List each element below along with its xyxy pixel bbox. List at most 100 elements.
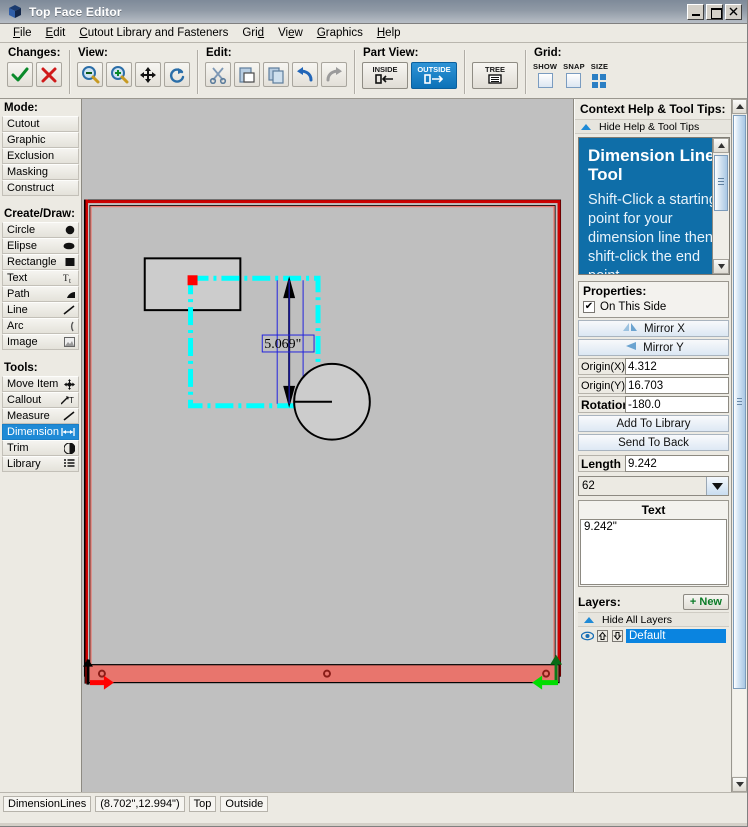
zoom-in-icon[interactable] — [106, 62, 132, 87]
help-scroll-down-button[interactable] — [713, 259, 729, 274]
origin-y-label: Origin(Y) — [578, 377, 625, 394]
draw-item-line[interactable]: Line — [2, 302, 79, 318]
mode-item-label: Construct — [7, 182, 55, 194]
on-this-side-checkbox[interactable]: ✔ — [583, 301, 595, 313]
scroll-down-button[interactable] — [732, 777, 747, 792]
close-button[interactable] — [725, 3, 742, 20]
layer-name[interactable]: Default — [626, 628, 726, 643]
grid-show-control[interactable]: SHOW — [533, 62, 557, 88]
edit-label: Edit: — [206, 47, 232, 59]
part-view-inside-button[interactable]: INSIDE — [362, 62, 408, 89]
draw-item-path[interactable]: Path — [2, 286, 79, 302]
grid-snap-control[interactable]: SNAP — [563, 62, 585, 88]
paste-icon[interactable] — [234, 62, 260, 87]
arrow-down-icon[interactable] — [611, 629, 624, 642]
cancel-x-icon[interactable] — [36, 62, 62, 87]
pan-move-icon[interactable] — [135, 62, 161, 87]
cut-scissors-icon[interactable] — [205, 62, 231, 87]
add-to-library-button[interactable]: Add To Library — [578, 415, 729, 432]
length-input[interactable]: 9.242 — [625, 455, 729, 472]
refresh-icon[interactable] — [164, 62, 190, 87]
chevron-down-icon[interactable] — [706, 477, 728, 495]
toolbar-group-part-view: Part View: INSIDE OUTSIDE — [355, 46, 464, 98]
scroll-up-button[interactable] — [732, 99, 747, 114]
menu-item-edit[interactable]: Edit — [39, 26, 73, 40]
help-scroll-thumb[interactable] — [714, 155, 728, 211]
help-scrollbar[interactable] — [712, 138, 729, 274]
help-scroll-up-button[interactable] — [713, 138, 729, 153]
mirror-x-button[interactable]: Mirror X — [578, 320, 729, 337]
draw-item-arc[interactable]: Arc — [2, 318, 79, 334]
draw-item-label: Line — [7, 304, 28, 316]
menu-item-help[interactable]: Help — [370, 26, 408, 40]
menu-item-view[interactable]: View — [271, 26, 310, 40]
hide-help-toggle[interactable]: Hide Help & Tool Tips — [575, 119, 732, 134]
tool-item-trim[interactable]: Trim — [2, 440, 79, 456]
menu-bar: File Edit Cutout Library and Fasteners G… — [0, 24, 747, 43]
status-bar: DimensionLines (8.702",12.994") Top Outs… — [0, 792, 747, 826]
properties-box: Properties: ✔ On This Side — [578, 281, 729, 318]
redo-icon[interactable] — [321, 62, 347, 87]
draw-item-circle[interactable]: Circle — [2, 222, 79, 238]
draw-item-elipse[interactable]: Elipse — [2, 238, 79, 254]
image-icon — [64, 337, 75, 347]
hide-all-layers-toggle[interactable]: Hide All Layers — [578, 612, 729, 627]
library-icon — [64, 459, 75, 469]
part-drawing[interactable]: 5.069" — [82, 99, 573, 791]
draw-item-text[interactable]: Text Tt — [2, 270, 79, 286]
mirror-y-button[interactable]: Mirror Y — [578, 339, 729, 356]
rotation-input[interactable]: -180.0 — [625, 396, 729, 413]
grid-size-control[interactable]: SIZE — [591, 62, 608, 91]
origin-y-input[interactable]: 16.703 — [625, 377, 729, 394]
chevron-up-icon — [581, 123, 591, 130]
origin-x-input[interactable]: 4.312 — [625, 358, 729, 375]
tool-item-library[interactable]: Library — [2, 456, 79, 472]
draw-item-image[interactable]: Image — [2, 334, 79, 350]
eye-icon[interactable] — [581, 629, 594, 642]
tool-item-dimension[interactable]: Dimension — [2, 424, 79, 440]
tree-button[interactable]: TREE — [472, 62, 518, 89]
tool-item-callout[interactable]: Callout T — [2, 392, 79, 408]
grid-size-icon[interactable] — [592, 74, 607, 91]
minimize-button[interactable] — [687, 3, 704, 20]
on-this-side-label: On This Side — [600, 301, 667, 313]
font-size-combobox[interactable]: 62 — [578, 476, 729, 496]
scrollbar-thumb[interactable] — [733, 115, 746, 689]
draw-item-label: Arc — [7, 320, 24, 332]
new-layer-button[interactable]: + New — [682, 594, 729, 610]
menu-item-file[interactable]: File — [6, 26, 39, 40]
right-panel-scrollbar[interactable] — [731, 99, 747, 792]
help-tip-title: Dimension Line Tool — [588, 146, 715, 184]
window-controls — [687, 3, 742, 20]
grid-show-checkbox[interactable] — [537, 73, 553, 88]
menu-item-graphics[interactable]: Graphics — [310, 26, 370, 40]
accept-check-icon[interactable] — [7, 62, 33, 87]
menu-item-cutout-library-and-fasteners[interactable]: Cutout Library and Fasteners — [72, 26, 235, 40]
send-to-back-label: Send To Back — [618, 436, 689, 449]
send-to-back-button[interactable]: Send To Back — [578, 434, 729, 451]
menu-item-grid[interactable]: Grid — [235, 26, 271, 40]
copy-icon[interactable] — [263, 62, 289, 87]
mode-item-exclusion[interactable]: Exclusion — [2, 148, 79, 164]
mirror-y-icon — [623, 341, 637, 354]
drawing-canvas-area[interactable]: 5.069" — [82, 99, 574, 792]
tool-item-measure[interactable]: Measure — [2, 408, 79, 424]
mode-item-cutout[interactable]: Cutout — [2, 116, 79, 132]
tool-item-move-item[interactable]: Move Item — [2, 376, 79, 392]
text-textarea[interactable]: 9.242" — [580, 519, 727, 585]
undo-icon[interactable] — [292, 62, 318, 87]
zoom-out-icon[interactable] — [77, 62, 103, 87]
line-icon — [63, 305, 75, 315]
arrow-up-icon[interactable] — [596, 629, 609, 642]
draw-item-label: Elipse — [7, 240, 37, 252]
draw-item-rectangle[interactable]: Rectangle — [2, 254, 79, 270]
mode-item-masking[interactable]: Masking — [2, 164, 79, 180]
on-this-side-row[interactable]: ✔ On This Side — [583, 301, 724, 313]
part-view-outside-button[interactable]: OUTSIDE — [411, 62, 457, 89]
maximize-button[interactable] — [706, 3, 723, 20]
mode-item-construct[interactable]: Construct — [2, 180, 79, 196]
grid-snap-checkbox[interactable] — [566, 73, 582, 88]
mode-item-graphic[interactable]: Graphic — [2, 132, 79, 148]
main-toolbar: Changes: View: Edit: Part View: INSIDE O… — [0, 43, 747, 99]
list-item[interactable]: Default — [581, 628, 726, 643]
